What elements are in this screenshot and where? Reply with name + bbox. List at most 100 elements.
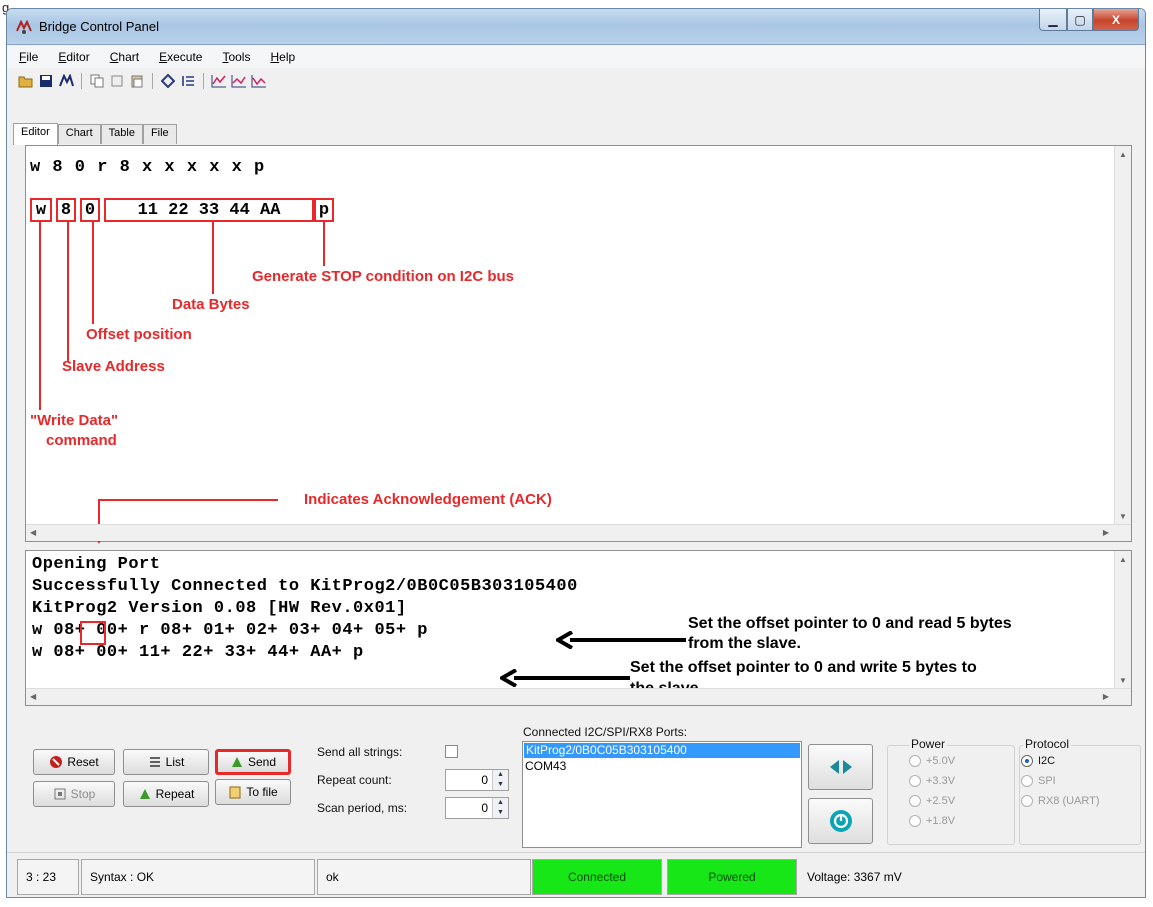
repeat-label: Repeat <box>155 787 195 801</box>
close-button[interactable]: X <box>1093 9 1139 31</box>
script-editor[interactable]: w 8 0 r 8 x x x x x p w 8 0 11 22 33 44 … <box>25 145 1132 543</box>
segment-write-command: w <box>30 198 52 222</box>
menu-tools[interactable]: Tools <box>222 50 250 64</box>
radio-icon <box>909 755 921 767</box>
send-all-strings-checkbox[interactable] <box>445 745 458 758</box>
write-cmd-leader-line <box>39 222 41 410</box>
reset-button[interactable]: Reset <box>33 749 115 775</box>
menu-editor[interactable]: Editor <box>58 50 89 64</box>
menu-execute[interactable]: Execute <box>159 50 202 64</box>
power-radio-2v5[interactable]: +2.5V <box>909 795 955 807</box>
power-radio-3v3[interactable]: +3.3V <box>909 775 955 787</box>
toolbar <box>7 69 1145 93</box>
list-button[interactable]: List <box>123 749 209 775</box>
annotation-write: Set the offset pointer to 0 and write 5 … <box>630 659 977 676</box>
spinner-arrows-icon[interactable]: ▲ ▼ <box>492 770 508 790</box>
reset-label: Reset <box>67 755 99 769</box>
menu-help[interactable]: Help <box>270 50 295 64</box>
power-radio-1v8[interactable]: +1.8V <box>909 815 955 827</box>
chart-3-icon[interactable] <box>250 72 268 90</box>
scan-period-value: 0 <box>481 801 488 815</box>
segment-offset: 0 <box>80 198 100 222</box>
repeat-count-spinner[interactable]: 0 ▲ ▼ <box>445 769 509 791</box>
menu-file[interactable]: File <box>19 50 38 64</box>
power-radio-5v[interactable]: +5.0V <box>909 755 955 767</box>
scroll-down-icon[interactable]: ▼ <box>1119 676 1127 685</box>
to-file-button[interactable]: To file <box>215 779 291 805</box>
port-item-com43[interactable]: COM43 <box>523 759 801 774</box>
annotation-read: Set the offset pointer to 0 and read 5 b… <box>688 615 1012 632</box>
spinner-arrows-icon[interactable]: ▲ ▼ <box>492 798 508 818</box>
cut-icon[interactable] <box>108 72 126 90</box>
stop-leader-line <box>323 222 325 266</box>
annotation-write-command: "Write Data" <box>30 412 119 429</box>
protocol-i2c-label: I2C <box>1038 755 1056 767</box>
protocol-radio-i2c[interactable]: I2C <box>1021 755 1055 767</box>
radio-icon <box>1021 775 1033 787</box>
paste-icon[interactable] <box>128 72 146 90</box>
power-5v-label: +5.0V <box>926 755 956 767</box>
stop-icon <box>54 788 66 800</box>
power-icon <box>829 810 852 832</box>
editor-vertical-scrollbar[interactable]: ▲ ▼ <box>1114 146 1131 541</box>
output-console[interactable]: Opening Port Successfully Connected to K… <box>25 550 1132 706</box>
repeat-count-label: Repeat count: <box>317 773 392 787</box>
status-voltage: Voltage: 3367 mV <box>807 870 902 884</box>
radio-icon <box>909 775 921 787</box>
chart-icon[interactable] <box>210 72 228 90</box>
tab-table[interactable]: Table <box>100 124 143 144</box>
protocol-radio-spi[interactable]: SPI <box>1021 775 1056 787</box>
maximize-button[interactable]: ▢ <box>1067 9 1093 31</box>
scroll-up-icon[interactable]: ▲ <box>1119 555 1127 564</box>
list-icon[interactable] <box>179 72 197 90</box>
ack-leader-line <box>98 499 278 501</box>
ports-list[interactable]: KitProg2/0B0C05B303105400 COM43 <box>522 741 802 848</box>
bridge-app-icon <box>16 19 32 34</box>
console-line: KitProg2 Version 0.08 [HW Rev.0x01] <box>32 599 407 618</box>
annotation-offset: Offset position <box>86 326 192 343</box>
annotation-read-2: from the slave. <box>688 635 801 652</box>
repeat-button[interactable]: Repeat <box>123 781 209 807</box>
arrow-left-icon <box>500 669 630 687</box>
copy-icon[interactable] <box>88 72 106 90</box>
close-icon: X <box>1111 12 1120 27</box>
scan-period-spinner[interactable]: 0 ▲ ▼ <box>445 797 509 819</box>
open-icon[interactable] <box>17 72 35 90</box>
stop-button[interactable]: Stop <box>33 781 115 807</box>
power-3v3-label: +3.3V <box>926 775 956 787</box>
annotation-data-bytes: Data Bytes <box>172 296 250 313</box>
title-bar[interactable]: Bridge Control Panel ▁ ▢ X <box>7 9 1145 45</box>
tab-strip: Editor Chart Table File <box>13 122 177 145</box>
tab-chart[interactable]: Chart <box>57 124 101 144</box>
data-bytes-leader-line <box>212 222 214 294</box>
send-button[interactable]: Send <box>215 749 291 775</box>
diamond-icon[interactable] <box>159 72 177 90</box>
scroll-down-icon[interactable]: ▼ <box>1119 512 1127 521</box>
scroll-left-icon[interactable]: ◀ <box>30 692 36 701</box>
protocol-radio-rx8[interactable]: RX8 (UART) <box>1021 795 1100 807</box>
tab-editor[interactable]: Editor <box>13 123 58 145</box>
connect-arrows-icon <box>829 760 852 774</box>
minimize-button[interactable]: ▁ <box>1039 9 1067 31</box>
settings-icon[interactable] <box>57 72 75 90</box>
power-toggle-button[interactable] <box>808 798 873 844</box>
console-vertical-scrollbar[interactable]: ▲ ▼ <box>1114 551 1131 705</box>
scroll-right-icon[interactable]: ▶ <box>1103 692 1109 701</box>
to-file-label: To file <box>246 785 278 799</box>
tab-file[interactable]: File <box>142 124 177 144</box>
slave-address-leader-line <box>67 222 69 362</box>
segment-slave-address: 8 <box>56 198 76 222</box>
editor-line-1: w 8 0 r 8 x x x x x p <box>30 158 266 177</box>
menu-chart[interactable]: Chart <box>110 50 139 64</box>
chart-2-icon[interactable] <box>230 72 248 90</box>
port-item-kitprog2[interactable]: KitProg2/0B0C05B303105400 <box>524 743 800 758</box>
scroll-left-icon[interactable]: ◀ <box>30 528 36 537</box>
scroll-right-icon[interactable]: ▶ <box>1103 528 1109 537</box>
save-icon[interactable] <box>37 72 55 90</box>
editor-horizontal-scrollbar[interactable]: ◀ ▶ <box>26 524 1131 541</box>
connect-toggle-button[interactable] <box>808 744 873 790</box>
scroll-up-icon[interactable]: ▲ <box>1119 150 1127 159</box>
minimize-icon: ▁ <box>1048 12 1058 27</box>
console-horizontal-scrollbar[interactable]: ◀ ▶ <box>26 688 1131 705</box>
status-bar: 3 : 23 Syntax : OK ok Connected Powered … <box>7 852 1145 897</box>
